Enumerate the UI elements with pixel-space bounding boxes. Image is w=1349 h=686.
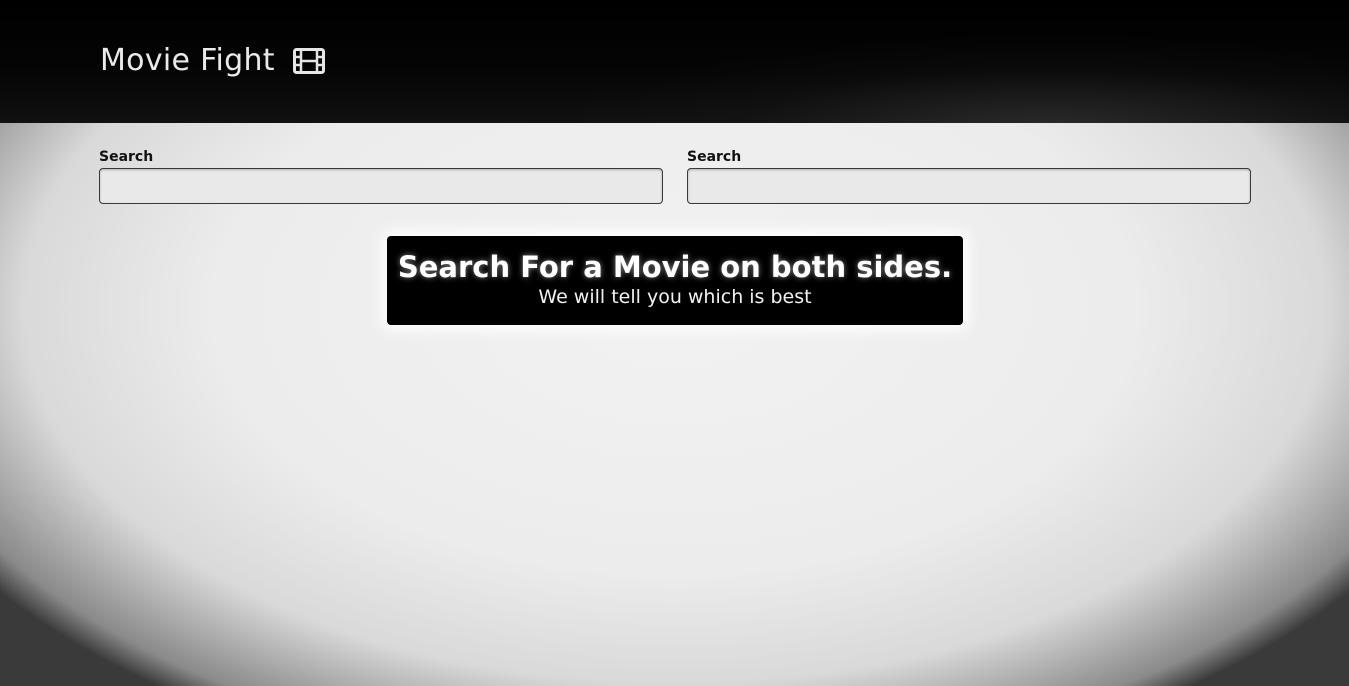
notice-title: Search For a Movie on both sides. xyxy=(397,250,953,284)
left-search-column: Search xyxy=(99,149,663,204)
brand[interactable]: Movie Fight xyxy=(100,40,325,82)
right-search-label: Search xyxy=(687,149,742,165)
right-search-input[interactable] xyxy=(687,168,1251,204)
left-search-label: Search xyxy=(99,149,154,165)
app-title: Movie Fight xyxy=(100,43,275,78)
notice-subtitle: We will tell you which is best xyxy=(538,286,812,308)
tutorial-notice: Search For a Movie on both sides. We wil… xyxy=(387,236,963,325)
left-search-input[interactable] xyxy=(99,168,663,204)
main-content: Search Search Search For a Movie on both… xyxy=(0,123,1349,686)
navbar: Movie Fight xyxy=(0,0,1349,123)
film-icon xyxy=(292,48,325,74)
right-search-column: Search xyxy=(687,149,1251,204)
